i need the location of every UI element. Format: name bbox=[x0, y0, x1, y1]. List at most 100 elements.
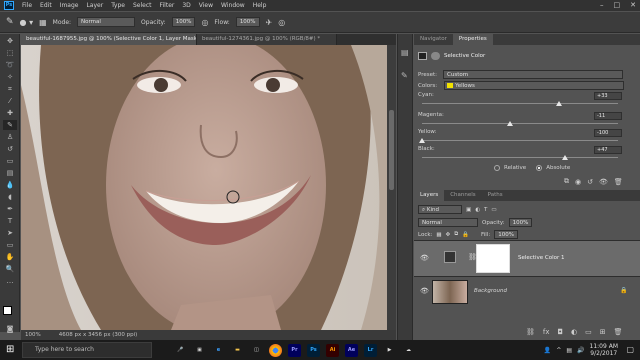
move-tool-icon[interactable]: ✥ bbox=[3, 36, 17, 46]
store-icon[interactable]: ◫ bbox=[250, 344, 263, 357]
preset-select[interactable]: Custom bbox=[443, 70, 624, 79]
clone-stamp-tool-icon[interactable]: ♙ bbox=[3, 132, 17, 142]
yellow-slider-knob[interactable] bbox=[419, 138, 425, 143]
cyan-slider[interactable] bbox=[422, 103, 618, 104]
shape-tool-icon[interactable]: ▭ bbox=[3, 240, 17, 250]
layer-opacity-field[interactable]: 100% bbox=[508, 218, 533, 227]
tab-document-1[interactable]: beautiful-1687955.jpg @ 100% (Selective … bbox=[21, 34, 197, 45]
brush-preset-picker[interactable]: ● ▾ bbox=[20, 18, 34, 27]
add-mask-icon[interactable]: ◘ bbox=[558, 328, 564, 336]
cyan-slider-knob[interactable] bbox=[556, 101, 563, 106]
black-slider-knob[interactable] bbox=[562, 155, 569, 160]
lock-position-icon[interactable]: ✥ bbox=[446, 232, 451, 238]
menu-file[interactable]: File bbox=[22, 2, 32, 9]
eyedropper-tool-icon[interactable]: ⁄ bbox=[3, 96, 17, 106]
tab-navigator[interactable]: Navigator bbox=[414, 34, 453, 45]
layer-row-selective-color[interactable]: 👁 ⛓ Selective Color 1 bbox=[414, 240, 640, 276]
path-select-tool-icon[interactable]: ➤ bbox=[3, 228, 17, 238]
volume-icon[interactable]: 🔊 bbox=[577, 347, 584, 354]
filter-shape-icon[interactable]: ▭ bbox=[491, 207, 496, 213]
network-icon[interactable]: ▤ bbox=[566, 347, 572, 354]
delete-layer-icon[interactable]: 🗑 bbox=[614, 328, 623, 336]
brush-panel-icon[interactable]: ✎ bbox=[401, 71, 409, 80]
pressure-opacity-icon[interactable]: ◎ bbox=[201, 18, 208, 27]
task-view-icon[interactable]: ▣ bbox=[193, 344, 206, 357]
cyan-value[interactable]: +33 bbox=[594, 92, 622, 100]
history-brush-tool-icon[interactable]: ↺ bbox=[3, 144, 17, 154]
flow-field[interactable]: 100% bbox=[235, 17, 260, 27]
zoom-tool-icon[interactable]: 🔍 bbox=[3, 264, 17, 274]
gradient-tool-icon[interactable]: ▤ bbox=[3, 168, 17, 178]
menu-view[interactable]: View bbox=[199, 2, 213, 9]
filter-pixel-icon[interactable]: ▣ bbox=[466, 207, 471, 213]
colors-select[interactable]: Yellows bbox=[444, 81, 625, 90]
menu-help[interactable]: Help bbox=[253, 2, 267, 9]
foreground-color-swatch[interactable] bbox=[3, 306, 12, 315]
marquee-tool-icon[interactable]: ⬚ bbox=[3, 48, 17, 58]
magenta-slider[interactable] bbox=[422, 123, 618, 124]
link-layers-icon[interactable]: ⛓ bbox=[526, 328, 535, 336]
edge-icon[interactable]: e bbox=[212, 344, 225, 357]
layer-name[interactable]: Background bbox=[474, 288, 507, 294]
media-icon[interactable]: ▶ bbox=[383, 344, 396, 357]
fill-field[interactable]: 100% bbox=[494, 230, 518, 239]
eraser-tool-icon[interactable]: ▭ bbox=[3, 156, 17, 166]
after-effects-icon[interactable]: Ae bbox=[345, 343, 358, 357]
black-value[interactable]: +47 bbox=[594, 146, 622, 154]
tab-properties[interactable]: Properties bbox=[452, 34, 493, 45]
menu-3d[interactable]: 3D bbox=[182, 2, 190, 9]
notifications-icon[interactable]: ▢ bbox=[626, 345, 634, 354]
zoom-level[interactable]: 100% bbox=[25, 332, 41, 338]
pen-tool-icon[interactable]: ✒ bbox=[3, 204, 17, 214]
clock[interactable]: 11:09 AM 9/2/2017 bbox=[590, 343, 618, 357]
canvas-scrollbar-thumb[interactable] bbox=[389, 110, 394, 190]
healing-brush-tool-icon[interactable]: ✚ bbox=[3, 108, 17, 118]
reset-icon[interactable]: ↺ bbox=[587, 178, 593, 186]
filter-adjustment-icon[interactable]: ◐ bbox=[475, 207, 480, 213]
menu-select[interactable]: Select bbox=[133, 2, 152, 9]
illustrator-icon[interactable]: Ai bbox=[326, 343, 339, 357]
hand-tool-icon[interactable]: ✋ bbox=[3, 252, 17, 262]
canvas-image[interactable] bbox=[21, 45, 387, 330]
eye-icon[interactable]: 👁 bbox=[420, 287, 429, 295]
layer-style-icon[interactable]: fx bbox=[543, 328, 550, 336]
layer-mask-thumbnail[interactable] bbox=[476, 244, 510, 273]
quick-mask-icon[interactable]: ◙ bbox=[3, 324, 17, 334]
tab-paths[interactable]: Paths bbox=[482, 190, 509, 201]
new-adjustment-icon[interactable]: ◐ bbox=[571, 328, 577, 336]
quick-select-tool-icon[interactable]: ✧ bbox=[3, 72, 17, 82]
mask-icon[interactable] bbox=[431, 52, 440, 60]
layer-name[interactable]: Selective Color 1 bbox=[518, 255, 565, 261]
chevron-up-icon[interactable]: ^ bbox=[556, 347, 561, 354]
more-tools-icon[interactable]: … bbox=[3, 276, 17, 286]
close-icon[interactable]: ✕ bbox=[630, 1, 636, 9]
absolute-radio[interactable] bbox=[536, 165, 543, 171]
view-previous-icon[interactable]: ◉ bbox=[575, 178, 581, 186]
history-panel-icon[interactable]: ▤ bbox=[401, 48, 409, 57]
magenta-slider-knob[interactable] bbox=[507, 121, 514, 126]
people-icon[interactable]: 👤 bbox=[544, 347, 551, 354]
magenta-value[interactable]: -11 bbox=[594, 112, 622, 120]
black-slider[interactable] bbox=[422, 157, 618, 158]
menu-window[interactable]: Window bbox=[221, 2, 245, 9]
microphone-icon[interactable]: 🎤 bbox=[174, 344, 187, 357]
menu-edit[interactable]: Edit bbox=[40, 2, 52, 9]
type-tool-icon[interactable]: T bbox=[3, 216, 17, 226]
minimize-icon[interactable]: – bbox=[600, 1, 604, 9]
creative-cloud-icon[interactable]: ☁ bbox=[402, 344, 415, 357]
eye-icon[interactable]: 👁 bbox=[420, 254, 429, 262]
photoshop-icon[interactable]: Ps bbox=[307, 343, 320, 357]
delete-icon[interactable]: 🗑 bbox=[614, 178, 623, 186]
relative-radio[interactable] bbox=[494, 165, 500, 171]
pressure-size-icon[interactable]: ◎ bbox=[278, 18, 285, 27]
tab-channels[interactable]: Channels bbox=[444, 190, 481, 201]
mode-select[interactable]: Normal bbox=[77, 17, 136, 27]
menu-layer[interactable]: Layer bbox=[86, 2, 103, 9]
visibility-icon[interactable]: 👁 bbox=[599, 178, 608, 186]
clip-to-layer-icon[interactable]: ⧉ bbox=[564, 177, 569, 186]
menu-type[interactable]: Type bbox=[111, 2, 125, 9]
file-explorer-icon[interactable]: ▬ bbox=[231, 344, 244, 357]
layer-row-background[interactable]: 👁 Background 🔒 bbox=[414, 276, 640, 306]
airbrush-icon[interactable]: ✈ bbox=[266, 18, 273, 27]
lock-artboard-icon[interactable]: ⧉ bbox=[454, 231, 458, 238]
